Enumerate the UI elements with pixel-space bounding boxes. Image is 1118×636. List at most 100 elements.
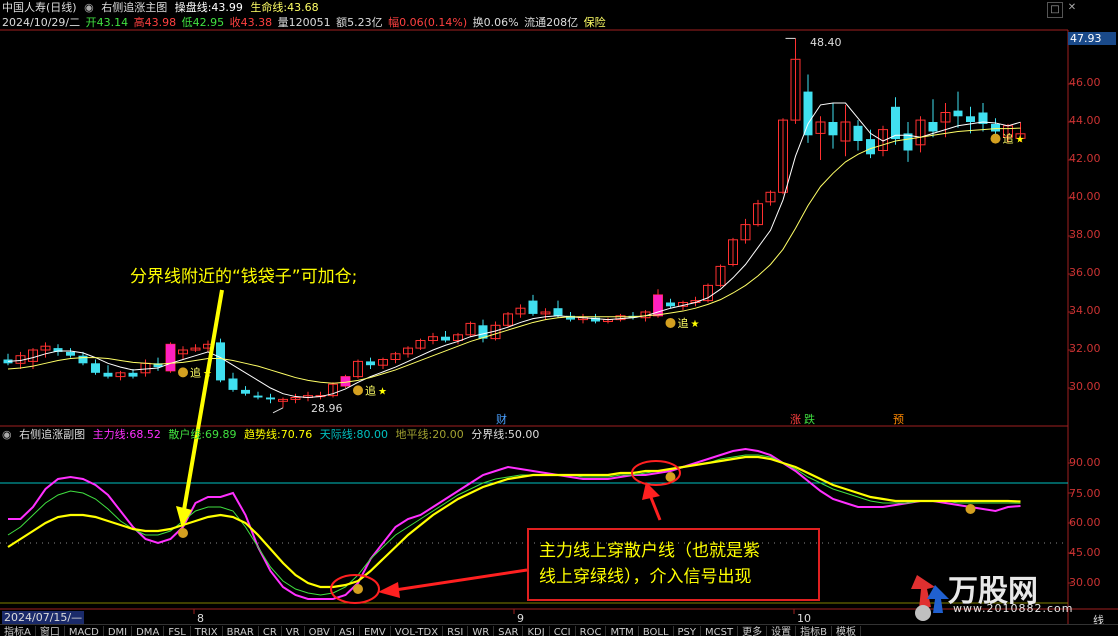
candle-body <box>953 110 963 117</box>
retail-line <box>7 454 1021 596</box>
star-icon: ★ <box>691 319 700 330</box>
quote-change: 幅0.06(0.14%) <box>388 16 468 29</box>
quote-float: 流通208亿 <box>524 16 579 29</box>
candle-body <box>103 372 113 377</box>
y-tick-36: 36.00 <box>1069 266 1101 279</box>
event-marker-yu[interactable]: 预 <box>893 411 904 427</box>
sub-moneybag-icon <box>965 504 976 514</box>
low-pointer <box>272 407 284 414</box>
candle-body <box>441 336 450 341</box>
event-marker-die[interactable]: 跌 <box>804 411 815 427</box>
collapse-icon[interactable]: ◉ <box>84 1 94 14</box>
quote-close: 收43.38 <box>229 16 273 29</box>
callout-entry-line2: 线上穿绿线），介入信号出现 <box>539 567 752 587</box>
chase-signal-label: 追 <box>190 365 201 379</box>
y-tick-46: 46.00 <box>1069 76 1101 89</box>
sub-y-tick-60: 60.00 <box>1069 516 1101 529</box>
sub-y-tick-75: 75.00 <box>1069 487 1101 500</box>
ground-line-value: 20.00 <box>432 428 464 441</box>
retail-line-label: 散户线: <box>168 428 206 441</box>
logo-arrow-blue <box>927 585 949 613</box>
signal-candle <box>166 344 175 371</box>
stock-name[interactable]: 中国人寿(日线) <box>2 1 77 14</box>
candle-body <box>66 351 75 356</box>
y-tick-42: 42.00 <box>1069 152 1101 165</box>
main-header: 中国人寿(日线) ◉ 右侧追涨主图 操盘线:43.99 生命线:43.68 <box>2 1 323 15</box>
low-price-label: 28.96 <box>311 402 343 415</box>
sub-y-tick-45: 45.00 <box>1069 546 1101 559</box>
candle-body <box>528 300 538 314</box>
callout-arrow-red-2 <box>648 494 662 521</box>
sub-header: ◉ 右侧追涨副图 主力线:68.52 散户线:69.89 趋势线:70.76 天… <box>2 428 543 442</box>
callout-arrow-red-1 <box>394 568 528 592</box>
quote-open: 开43.14 <box>85 16 129 29</box>
candle-body <box>853 125 863 141</box>
candle-body <box>828 122 838 136</box>
quote-turnover: 换0.06% <box>472 16 519 29</box>
candle-body <box>803 91 813 136</box>
logo-coin <box>915 605 931 621</box>
chase-signal-label: 追 <box>1003 132 1014 146</box>
caopan-label: 操盘线: <box>174 1 212 14</box>
sub-y-tick-90: 90.00 <box>1069 456 1101 469</box>
shengming-line <box>7 127 1021 384</box>
star-icon: ★ <box>1016 135 1025 146</box>
candle-body <box>228 378 238 390</box>
high-price-label: 48.40 <box>810 36 842 49</box>
maximize-icon[interactable]: □ <box>1047 2 1063 18</box>
event-marker-zhang[interactable]: 涨 <box>790 411 801 427</box>
candle-body <box>216 342 225 381</box>
star-icon: ★ <box>378 386 387 397</box>
candle-body <box>241 389 250 394</box>
candle-body <box>266 397 275 400</box>
quote-volume: 量120051 <box>277 16 331 29</box>
retail-line-value: 69.89 <box>205 428 237 441</box>
event-marker-cai[interactable]: 财 <box>496 411 507 427</box>
candle-body <box>966 116 975 122</box>
sky-line-label: 天际线: <box>319 428 357 441</box>
candle-body <box>666 302 675 307</box>
candle-body <box>128 372 138 377</box>
divider-line-label: 分界线: <box>471 428 508 441</box>
callout-arrow-yellow <box>182 289 224 511</box>
main-indicator-name[interactable]: 右侧追涨主图 <box>101 1 167 14</box>
y-tick-40: 40.00 <box>1069 190 1101 203</box>
moneybag-icon <box>353 385 363 396</box>
main-force-line <box>8 447 1021 600</box>
y-tick-30: 30.00 <box>1069 380 1101 393</box>
y-tick-44: 44.00 <box>1069 114 1101 127</box>
divider-line-value: 50.00 <box>507 428 540 441</box>
quote-low: 低42.95 <box>181 16 225 29</box>
trend-line-label: 趋势线: <box>244 428 281 441</box>
sub-indicator-name[interactable]: 右侧追涨副图 <box>19 428 85 441</box>
quote-bar: 2024/10/29/二 开43.14 高43.98 低42.95 收43.38… <box>2 16 610 30</box>
shengming-value: 43.68 <box>287 1 319 14</box>
candle-body <box>891 106 900 140</box>
indicator-tab-bar: 指标A 窗口 MACD DMI DMA FSL TRIX BRAR CR VR OBV ASI EMV V… <box>0 624 1118 636</box>
callout-entry-line1: 主力线上穿散户线（也就是紫 <box>539 541 760 561</box>
candle-body <box>866 139 875 155</box>
chase-signal-label: 追 <box>678 316 689 330</box>
x-start-date: 2024/07/15/— <box>2 611 85 624</box>
shengming-label: 生命线: <box>250 1 288 14</box>
close-icon[interactable]: ✕ <box>1065 1 1079 15</box>
quote-sector[interactable]: 保险 <box>584 16 606 29</box>
candle-body <box>253 395 263 398</box>
sub-collapse-icon[interactable]: ◉ <box>2 428 12 441</box>
moneybag-icon <box>665 317 676 328</box>
sky-line-value: 80.00 <box>356 428 388 441</box>
quote-date: 2024/10/29/二 <box>2 16 81 29</box>
caopan-value: 43.99 <box>211 1 243 14</box>
moneybag-icon <box>178 367 188 378</box>
current-price-tag: 47.93 <box>1068 32 1116 45</box>
ground-line-label: 地平线: <box>395 428 433 441</box>
quote-amount: 额5.23亿 <box>336 16 383 29</box>
sub-moneybag-icon <box>178 528 188 538</box>
callout-entry-signal: 主力线上穿散户线（也就是紫 线上穿绿线），介入信号出现 <box>527 528 820 601</box>
callout-arrowhead-red-1 <box>378 582 400 598</box>
candle-body <box>553 308 563 316</box>
trend-line-value: 70.76 <box>280 428 313 441</box>
sub-moneybag-icon <box>353 584 363 594</box>
quote-high: 高43.98 <box>133 16 177 29</box>
y-tick-32: 32.00 <box>1069 342 1101 355</box>
